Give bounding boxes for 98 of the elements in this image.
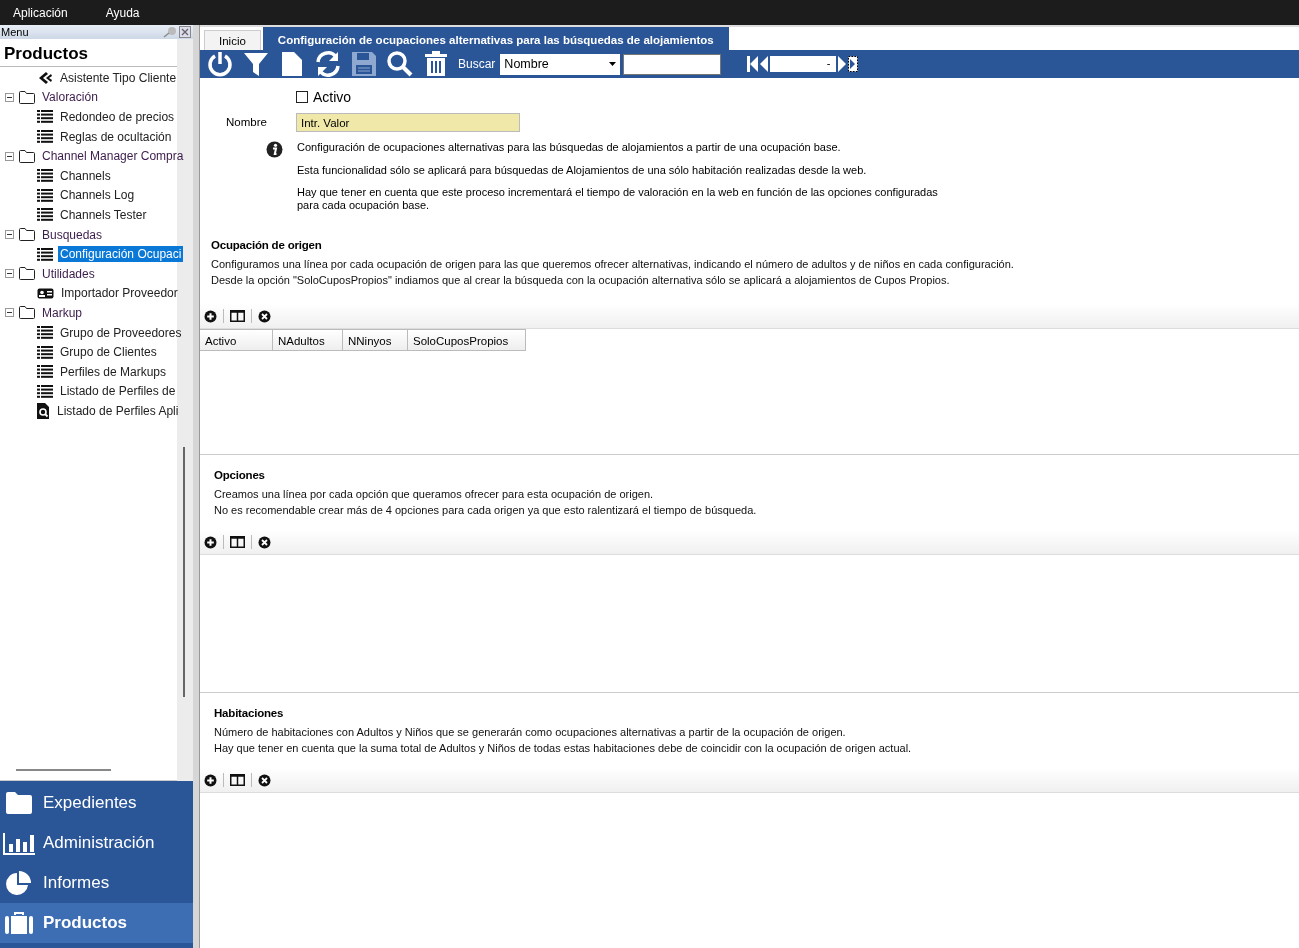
tree-item[interactable]: Perfiles de Markups: [58, 363, 169, 380]
list-icon: [37, 345, 53, 359]
columns-icon[interactable]: [230, 774, 245, 786]
section-description: Número de habitaciones con Adultos y Niños que se generarán como ocupaciones alternativas a partir de la ocupación de origen.: [214, 725, 847, 740]
new-record-icon[interactable]: [848, 56, 859, 72]
collapse-icon[interactable]: [5, 230, 14, 240]
save-icon[interactable]: [350, 50, 378, 78]
menu-item[interactable]: Aplicación: [6, 0, 75, 25]
folder-icon: [19, 306, 35, 320]
tree-item[interactable]: Channels Tester: [58, 206, 149, 223]
folder-icon: [19, 149, 35, 163]
nav-button[interactable]: Expedientes: [0, 783, 193, 823]
collapse-icon[interactable]: [5, 92, 14, 102]
tree-item[interactable]: Channels Log: [58, 187, 137, 204]
column-header[interactable]: NAdultos: [273, 329, 343, 351]
section-description: Creamos una línea por cada opción que queramos ofrecer para esta ocupación de origen.: [214, 487, 655, 502]
tree-item[interactable]: Grupo de Proveedores: [58, 324, 184, 341]
tree-item[interactable]: Listado de Perfiles Apli: [55, 402, 181, 419]
tab[interactable]: Configuración de ocupaciones alternativas para las búsquedas de alojamientos: [262, 27, 729, 50]
menu-item[interactable]: Ayuda: [98, 0, 147, 25]
list-icon: [37, 326, 53, 339]
folder-icon: [19, 228, 35, 242]
nav-button[interactable]: Informes: [0, 863, 193, 903]
columns-icon[interactable]: [230, 310, 245, 322]
wizard-icon: [37, 70, 53, 85]
tree-item[interactable]: Grupo de Clientes: [58, 344, 159, 361]
active-checkbox[interactable]: [296, 91, 308, 103]
search-icon[interactable]: [386, 50, 414, 78]
search-label: Buscar: [458, 57, 496, 71]
panel-title: Menu: [0, 26, 29, 38]
refresh-icon[interactable]: [314, 50, 342, 78]
folder-icon: [3, 791, 35, 815]
collapse-icon[interactable]: [5, 151, 14, 161]
add-icon[interactable]: [204, 773, 217, 787]
info-text: Configuración de ocupaciones alternativas para las búsquedas de alojamientos a partir de una ocupación base.: [297, 141, 842, 154]
remove-icon[interactable]: [258, 773, 271, 787]
first-record-icon[interactable]: [747, 56, 759, 72]
tree-item[interactable]: Listado de Perfiles de: [58, 383, 178, 400]
card-icon: [37, 287, 54, 299]
section-description: No es recomendable crear más de 4 opciones para cada origen ya que esto ralentizará el tiempo de búsqueda.: [214, 502, 758, 518]
tree-item[interactable]: Importador Proveedor: [59, 285, 180, 302]
add-icon[interactable]: [204, 535, 217, 549]
section-title: Habitaciones: [214, 707, 285, 719]
column-header[interactable]: NNinyos: [343, 329, 408, 351]
columns-icon[interactable]: [230, 536, 245, 548]
nav-button[interactable]: Administración: [0, 823, 193, 863]
list-icon: [37, 365, 53, 379]
briefcase-icon: [3, 911, 35, 935]
power-icon[interactable]: [206, 50, 234, 78]
folder-icon: [19, 267, 35, 281]
tree-item[interactable]: Asistente Tipo Cliente: [58, 69, 179, 86]
section-title: Opciones: [214, 469, 266, 481]
collapse-icon[interactable]: [5, 269, 14, 279]
tree-item[interactable]: Redondeo de precios: [58, 109, 177, 125]
list-icon: [37, 110, 53, 124]
name-field[interactable]: Intr. Valor: [296, 112, 520, 132]
field-label: Nombre: [225, 116, 268, 128]
tab[interactable]: Inicio: [204, 30, 261, 50]
list-icon: [37, 130, 53, 144]
section-description: Hay que tener en cuenta que la suma total de Adultos y Niños de todas estas habitaciones debe de coincidir con la ocupación de origen actual.: [214, 740, 913, 756]
add-icon[interactable]: [204, 309, 217, 323]
section-description: Desde la opción "SoloCuposPropios" indiamos que al crear la búsqueda con la ocupación alternativa sólo se aplicará a alojamientos de Cupos Propios.: [211, 272, 951, 288]
document-search-icon: [37, 402, 50, 419]
tree-folder[interactable]: Busquedas: [40, 226, 105, 243]
search-dropdown[interactable]: Nombre: [500, 53, 621, 75]
column-header[interactable]: SoloCuposPropios: [408, 329, 526, 351]
info-text: Hay que tener en cuenta que este proceso incrementará el tiempo de valoración en la web en función de las opciones configuradas para cada ocupación base.: [297, 186, 938, 211]
tree-folder[interactable]: Valoración: [40, 89, 100, 106]
section-title: Ocupación de origen: [211, 239, 323, 251]
list-icon: [37, 247, 53, 261]
dropdown-arrow-icon: [609, 62, 617, 66]
tree-folder[interactable]: Markup: [40, 304, 84, 321]
info-text: Esta funcionalidad sólo se aplicará para búsquedas de Alojamientos de una sólo habitación realizadas desde la web.: [297, 163, 868, 176]
folder-icon: [19, 90, 35, 104]
bar-chart-icon: [3, 831, 35, 855]
tree-item[interactable]: Configuración Ocupaci: [58, 246, 184, 263]
list-icon: [37, 384, 53, 398]
section-description: Configuramos una línea por cada ocupación de origen para las que queremos ofrecer alternativas, indicando el número de adultos y de niños en cada configuración.: [211, 257, 1015, 272]
nav-button[interactable]: Productos: [0, 903, 193, 943]
collapse-icon[interactable]: [5, 308, 14, 318]
tree-item[interactable]: Reglas de ocultación: [58, 128, 174, 145]
info-icon: [266, 141, 283, 158]
list-icon: [37, 208, 53, 222]
remove-icon[interactable]: [258, 535, 271, 549]
tree-folder[interactable]: Channel Manager Compra: [40, 148, 186, 165]
column-header[interactable]: Activo: [200, 329, 273, 351]
tree-item[interactable]: Channels: [58, 167, 113, 184]
pin-icon[interactable]: [163, 26, 177, 38]
list-icon: [37, 188, 53, 202]
scrollbar-thumb[interactable]: [16, 769, 111, 771]
delete-icon[interactable]: [422, 50, 450, 78]
remove-icon[interactable]: [258, 309, 271, 323]
search-field[interactable]: [623, 53, 722, 75]
scrollbar-thumb[interactable]: [183, 447, 185, 697]
checkbox-label: Activo: [313, 89, 352, 105]
list-icon: [37, 169, 53, 183]
tree-folder[interactable]: Utilidades: [40, 265, 97, 282]
close-icon[interactable]: [179, 26, 191, 38]
